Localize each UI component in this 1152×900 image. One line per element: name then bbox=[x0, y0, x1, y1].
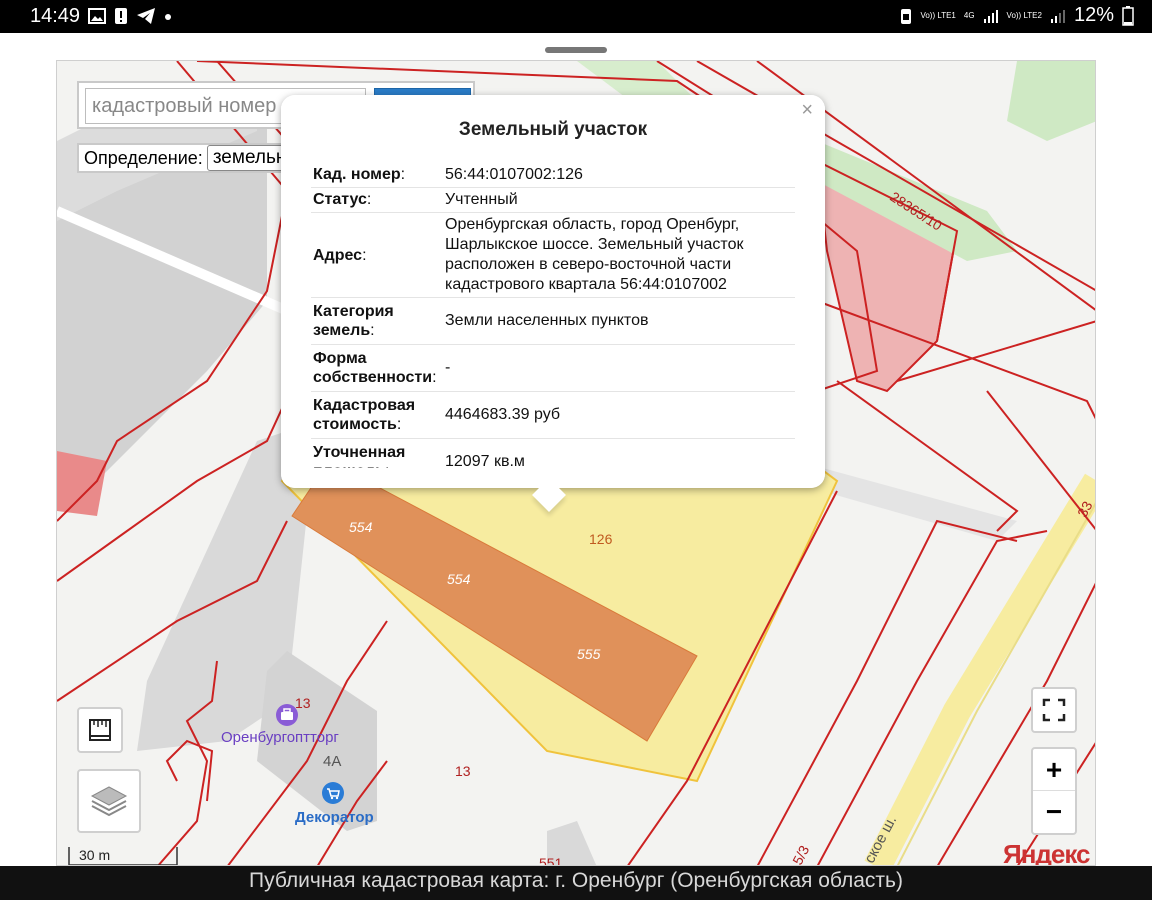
ruler-button[interactable] bbox=[77, 707, 123, 753]
notification-icons bbox=[88, 7, 172, 25]
building-number-label: 4A bbox=[323, 753, 342, 770]
fullscreen-icon bbox=[1042, 698, 1066, 722]
ruler-icon bbox=[89, 719, 111, 741]
status-bar: 14:49 Vo)) LTE1 4G Vo)) LTE2 12% bbox=[0, 0, 1152, 33]
zoom-out-button[interactable]: − bbox=[1033, 791, 1075, 833]
signal-2-icon bbox=[1050, 9, 1065, 23]
attr-value: - bbox=[445, 359, 451, 376]
shopping-cart-icon[interactable] bbox=[321, 781, 345, 805]
fullscreen-button[interactable] bbox=[1031, 687, 1077, 733]
attr-row: Статус: Учтенный bbox=[311, 188, 795, 213]
attr-row: Категория земель: Земли населенных пункт… bbox=[311, 298, 795, 345]
map-scale: 30 m bbox=[67, 845, 179, 865]
attr-key: Статус: bbox=[313, 191, 372, 208]
scale-label: 30 m bbox=[79, 847, 111, 863]
attr-key: Форма собственности: bbox=[313, 350, 437, 386]
signal-icon bbox=[983, 9, 998, 23]
parcel-info-popup: × Земельный участок Кад. номер: 56:44:01… bbox=[281, 95, 825, 512]
attr-value: 56:44:0107002:126 bbox=[445, 166, 583, 183]
battery-icon bbox=[1122, 5, 1134, 26]
attr-key: Уточненная площадь: bbox=[313, 444, 406, 468]
page-caption: Публичная кадастровая карта: г. Оренбург… bbox=[0, 866, 1152, 900]
yandex-logo[interactable]: Яндекс bbox=[1003, 839, 1090, 865]
layers-icon bbox=[90, 786, 128, 817]
attr-value: Учтенный bbox=[445, 191, 518, 208]
network-4g: 4G bbox=[963, 11, 975, 20]
briefcase-icon[interactable] bbox=[275, 703, 299, 727]
poi-shop-label[interactable]: Декоратор bbox=[295, 809, 374, 826]
parcel-label-554b: 554 bbox=[447, 571, 471, 587]
gallery-icon bbox=[88, 8, 106, 24]
attr-row: Уточненная площадь: 12097 кв.м bbox=[311, 439, 795, 468]
attr-key: Адрес: bbox=[313, 246, 367, 264]
map-view[interactable]: 554 554 555 126 13 551 28365/10 13 Оренб… bbox=[56, 60, 1096, 866]
attr-key: Кад. номер: bbox=[313, 166, 406, 183]
attr-value: 4464683.39 руб bbox=[445, 406, 561, 423]
layers-button[interactable] bbox=[77, 769, 141, 833]
zoom-in-button[interactable]: + bbox=[1033, 749, 1075, 791]
attr-key: Категория земель: bbox=[313, 303, 394, 339]
telegram-icon bbox=[137, 8, 155, 24]
network-lte2: Vo)) LTE2 bbox=[1006, 11, 1042, 20]
attr-value: Оренбургская область, город Оренбург, Ша… bbox=[445, 216, 744, 293]
attr-row: Форма собственности: - bbox=[311, 345, 795, 392]
attr-key: Кадастровая стоимость: bbox=[313, 397, 416, 433]
parcel-label-555: 555 bbox=[577, 646, 601, 662]
drag-handle[interactable] bbox=[545, 47, 607, 53]
parcel-label-13: 13 bbox=[455, 763, 471, 779]
definition-label: Определение: bbox=[84, 147, 203, 168]
attr-value: 12097 кв.м bbox=[445, 453, 525, 468]
parcel-label-551: 551 bbox=[539, 855, 563, 866]
poi-org-label[interactable]: Оренбургоптторг bbox=[221, 729, 339, 746]
status-time: 14:49 bbox=[30, 5, 81, 27]
alert-icon bbox=[115, 8, 127, 24]
attr-value: Земли населенных пунктов bbox=[445, 312, 649, 329]
network-lte1: Vo)) LTE1 bbox=[920, 11, 956, 20]
popup-attributes: Кад. номер: 56:44:0107002:126 Статус: Уч… bbox=[311, 163, 795, 468]
dot-icon bbox=[165, 14, 171, 20]
parcel-label-126: 126 bbox=[589, 531, 613, 547]
attr-row: Адрес: Оренбургская область, город Оренб… bbox=[311, 213, 795, 298]
parcel-label-554a: 554 bbox=[349, 519, 373, 535]
status-right: Vo)) LTE1 4G Vo)) LTE2 12% bbox=[900, 4, 1134, 27]
battery-percent: 12% bbox=[1073, 4, 1114, 26]
popup-title: Земельный участок bbox=[458, 119, 648, 140]
attr-row: Кад. номер: 56:44:0107002:126 bbox=[311, 163, 795, 188]
zoom-control: + − bbox=[1031, 747, 1077, 835]
battery-saver-icon bbox=[901, 8, 912, 24]
attr-row: Кадастровая стоимость: 4464683.39 руб bbox=[311, 392, 795, 439]
